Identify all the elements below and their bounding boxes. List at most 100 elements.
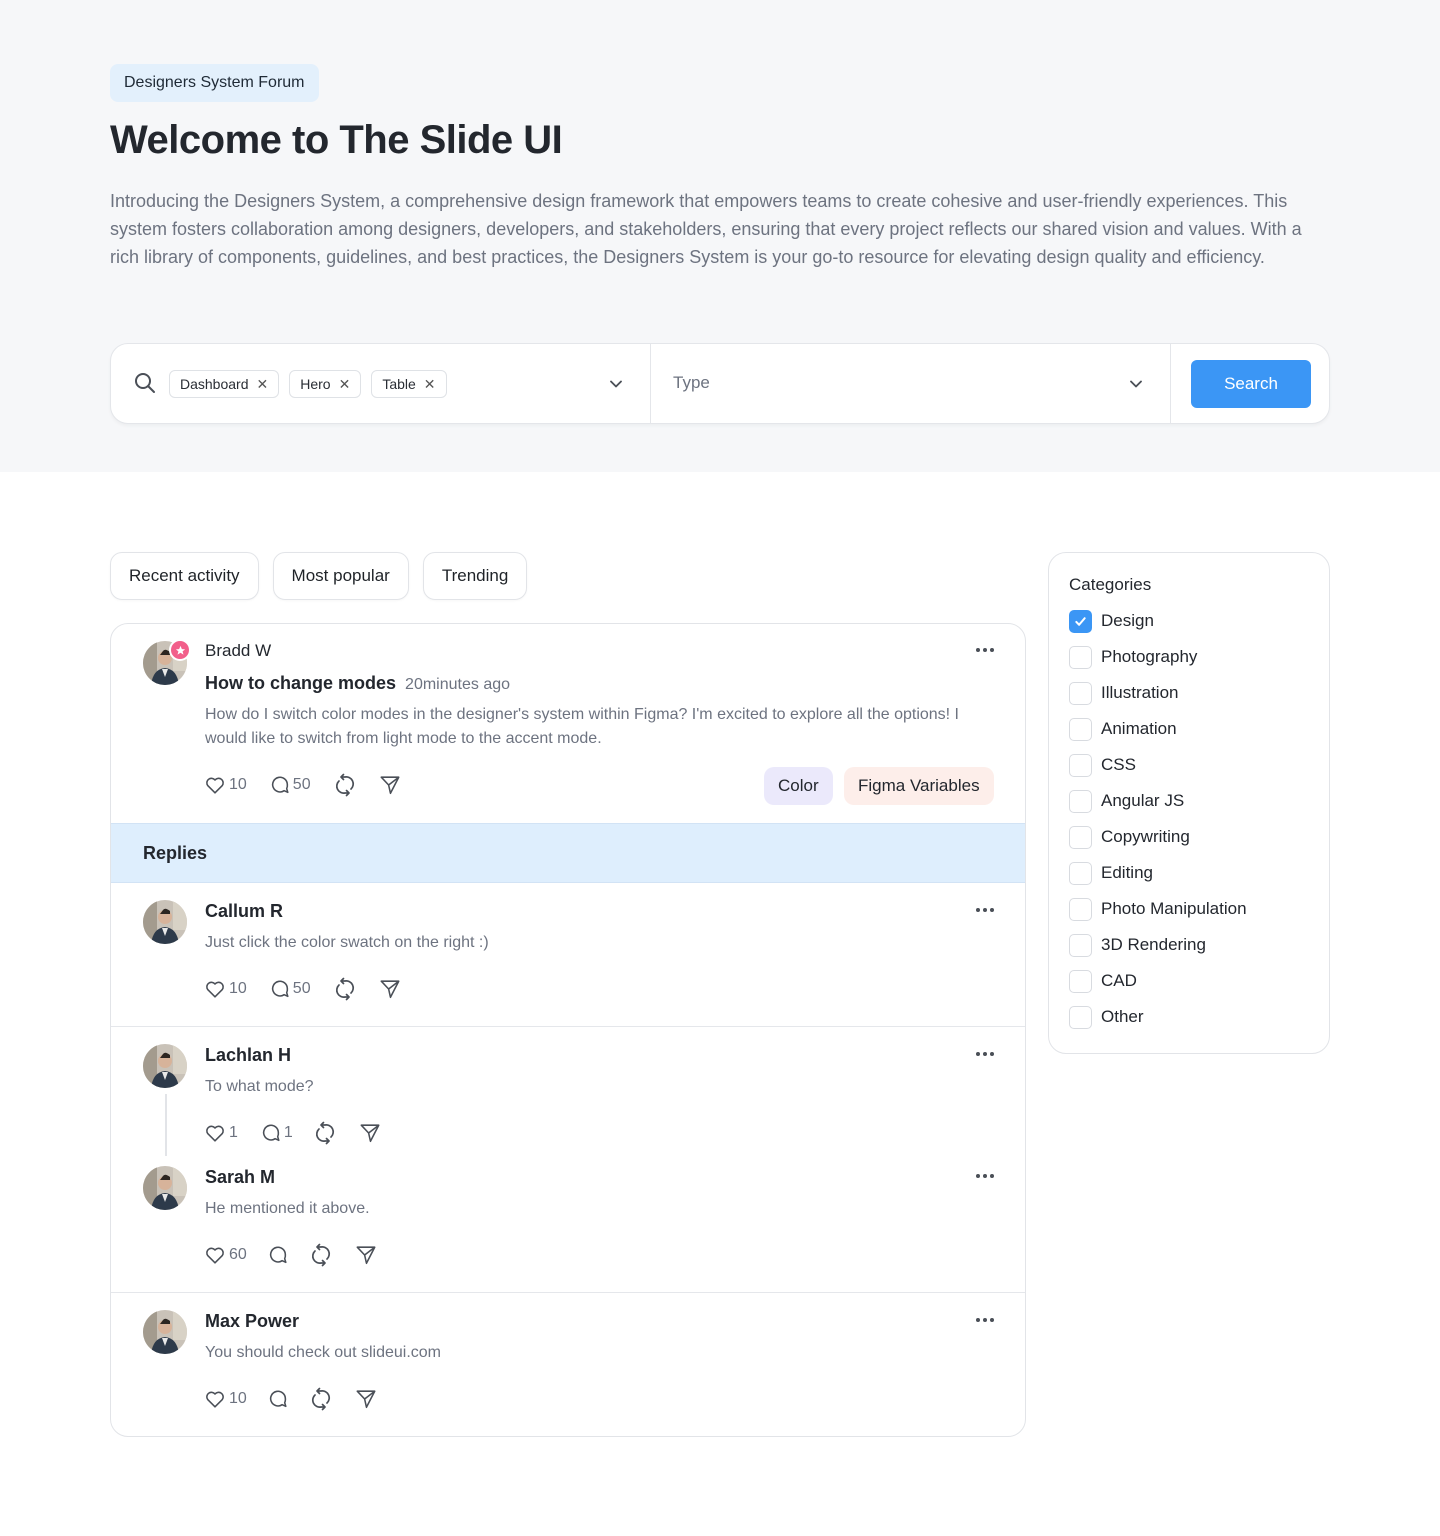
thread-connector [165, 1094, 167, 1156]
share-button[interactable] [355, 1388, 377, 1410]
category-animation[interactable]: Animation [1069, 717, 1177, 741]
like-button[interactable]: 10 [204, 1388, 247, 1410]
filter-tabs: Recent activity Most popular Trending [110, 552, 528, 600]
avatar[interactable] [143, 1310, 187, 1354]
comment-button[interactable] [267, 1244, 289, 1266]
more-options-icon[interactable] [975, 1173, 995, 1179]
checkbox[interactable] [1069, 789, 1092, 813]
category-angular-js[interactable]: Angular JS [1069, 789, 1184, 813]
checkbox[interactable] [1069, 969, 1092, 993]
tag-color[interactable]: Color [764, 767, 833, 805]
tab-recent-activity[interactable]: Recent activity [110, 552, 259, 600]
check-icon [1075, 616, 1086, 626]
comment-button[interactable] [267, 1388, 289, 1410]
share-button[interactable] [379, 774, 401, 796]
category-cad[interactable]: CAD [1069, 969, 1137, 993]
category-label: CSS [1101, 755, 1136, 774]
repost-button[interactable] [313, 1121, 337, 1145]
replies-header: Replies [111, 823, 1025, 883]
chip-hero[interactable]: Hero ✕ [289, 370, 362, 398]
share-button[interactable] [359, 1122, 381, 1144]
repost-button[interactable] [309, 1243, 333, 1267]
avatar[interactable] [143, 900, 187, 944]
chevron-down-icon[interactable] [1129, 377, 1143, 391]
close-icon[interactable]: ✕ [257, 377, 269, 391]
replies-label: Replies [143, 843, 208, 863]
category-label: Animation [1101, 719, 1177, 738]
tab-trending[interactable]: Trending [422, 552, 528, 600]
search-icon [135, 373, 155, 393]
comment-button[interactable]: 1 [260, 1122, 293, 1144]
comment-button[interactable]: 50 [269, 774, 311, 796]
send-icon [380, 980, 400, 999]
tab-most-popular[interactable]: Most popular [272, 552, 409, 600]
checkbox[interactable] [1069, 681, 1092, 705]
search-button[interactable]: Search [1191, 360, 1311, 408]
post-title-text[interactable]: How to change modes [205, 673, 396, 693]
tag-figma-variables[interactable]: Figma Variables [844, 767, 994, 805]
close-icon[interactable]: ✕ [424, 377, 436, 391]
checkbox[interactable] [1069, 933, 1092, 957]
type-select[interactable]: Type [651, 344, 1170, 423]
share-button[interactable] [379, 978, 401, 1000]
forum-badge: Designers System Forum [110, 64, 319, 102]
category-photo-manipulation[interactable]: Photo Manipulation [1069, 897, 1247, 921]
comment-button[interactable]: 50 [269, 978, 311, 1000]
category-css[interactable]: CSS [1069, 753, 1136, 777]
checkbox[interactable] [1069, 645, 1092, 669]
checkbox[interactable] [1069, 897, 1092, 921]
checkbox[interactable] [1069, 609, 1092, 633]
checkbox[interactable] [1069, 825, 1092, 849]
like-button[interactable]: 60 [204, 1244, 247, 1266]
category-3d-rendering[interactable]: 3D Rendering [1069, 933, 1206, 957]
reply-author[interactable]: Lachlan H [205, 1045, 291, 1066]
reply-author[interactable]: Callum R [205, 901, 283, 922]
checkbox[interactable] [1069, 717, 1092, 741]
share-button[interactable] [355, 1244, 377, 1266]
more-options-icon[interactable] [975, 907, 995, 913]
more-options-icon[interactable] [975, 647, 995, 653]
like-count: 10 [229, 1390, 247, 1407]
category-editing[interactable]: Editing [1069, 861, 1153, 885]
category-copywriting[interactable]: Copywriting [1069, 825, 1190, 849]
like-count: 1 [229, 1124, 238, 1141]
category-design[interactable]: Design [1069, 609, 1154, 633]
category-illustration[interactable]: Illustration [1069, 681, 1178, 705]
heart-icon [206, 1247, 224, 1264]
category-label: Photography [1101, 647, 1198, 666]
chevron-down-icon[interactable] [609, 377, 623, 391]
repost-button[interactable] [333, 773, 357, 797]
reply-author[interactable]: Max Power [205, 1311, 299, 1332]
checkbox[interactable] [1069, 753, 1092, 777]
chip-table[interactable]: Table ✕ [371, 370, 447, 398]
comment-icon [269, 1390, 287, 1408]
divider [111, 1026, 1025, 1027]
comment-icon [262, 1124, 280, 1142]
like-button[interactable]: 10 [204, 774, 247, 796]
close-icon[interactable]: ✕ [339, 377, 351, 391]
category-photography[interactable]: Photography [1069, 645, 1197, 669]
like-button[interactable]: 10 [204, 978, 247, 1000]
like-button[interactable]: 1 [204, 1122, 238, 1144]
repost-button[interactable] [309, 1387, 333, 1411]
checkbox[interactable] [1069, 1005, 1092, 1029]
post-body: How do I switch color modes in the desig… [205, 706, 959, 747]
more-options-icon[interactable] [975, 1317, 995, 1323]
category-label: Copywriting [1101, 827, 1190, 846]
intro-text: Introducing the Designers System, a comp… [110, 191, 1302, 267]
reply-author[interactable]: Sarah M [205, 1167, 275, 1188]
avatar[interactable] [143, 1044, 187, 1088]
comment-count: 50 [292, 776, 311, 793]
post-author[interactable]: Bradd W [205, 641, 271, 661]
repost-button[interactable] [333, 977, 357, 1001]
divider [1170, 344, 1171, 423]
repost-icon [311, 1387, 330, 1411]
chip-dashboard[interactable]: Dashboard ✕ [169, 370, 280, 398]
checkbox[interactable] [1069, 861, 1092, 885]
more-options-icon[interactable] [975, 1051, 995, 1057]
comment-count: 50 [292, 980, 311, 997]
avatar[interactable] [143, 1166, 187, 1210]
category-other[interactable]: Other [1069, 1005, 1144, 1029]
chip-label: Hero [300, 376, 331, 392]
post-title[interactable]: How to change modes 20minutes ago [205, 673, 510, 694]
